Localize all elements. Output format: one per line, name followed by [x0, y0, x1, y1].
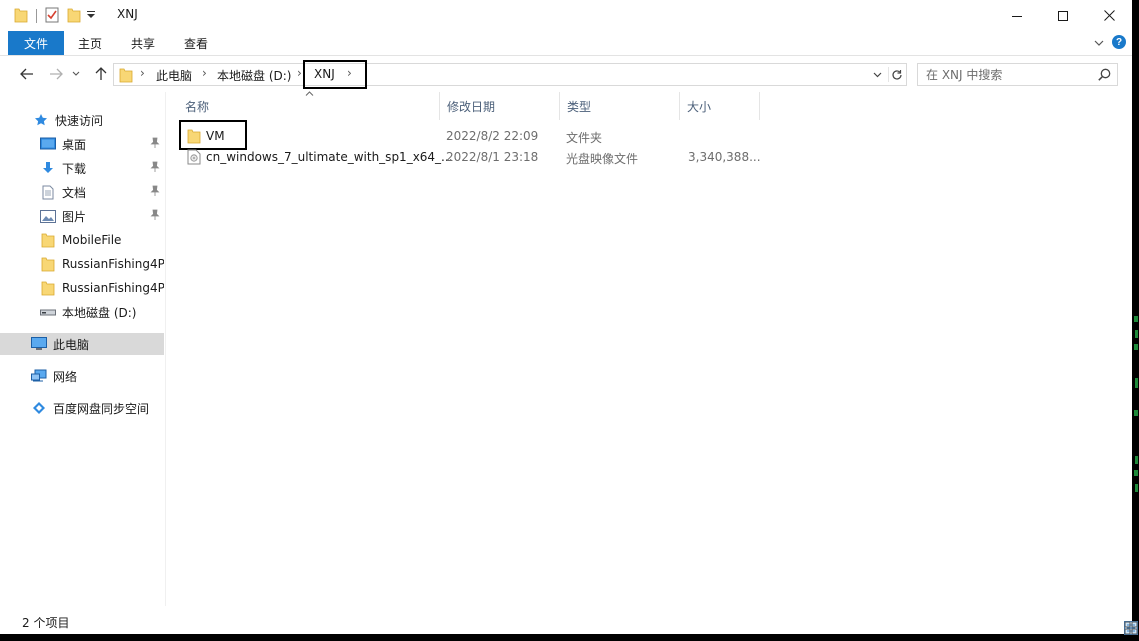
close-icon — [1103, 10, 1115, 21]
column-header-modified[interactable]: 修改日期 — [439, 92, 560, 120]
customize-dropdown-icon[interactable] — [87, 9, 95, 23]
sidebar-item-russianfishing-2[interactable]: RussianFishing4Py — [0, 277, 164, 299]
download-icon — [40, 160, 56, 176]
sidebar-item-baidu-sync[interactable]: 百度网盘同步空间 — [0, 397, 164, 419]
file-type: 文件夹 — [566, 131, 603, 145]
search-input[interactable] — [926, 67, 1096, 82]
sidebar-item-downloads[interactable]: 下载 — [0, 157, 164, 179]
forward-arrow-icon — [50, 68, 63, 80]
annotation-highlight-box — [179, 120, 247, 150]
breadcrumb-this-pc[interactable]: 此电脑 — [156, 67, 192, 84]
help-icon[interactable]: ? — [1112, 35, 1126, 49]
sidebar-item-drive-d[interactable]: 本地磁盘 (D:) — [0, 301, 164, 323]
maximize-icon — [1058, 10, 1068, 21]
window-title: XNJ — [117, 7, 138, 21]
file-row-vm[interactable]: VM 2022/8/2 22:09 文件夹 — [178, 126, 758, 147]
search-icon[interactable] — [1098, 68, 1111, 84]
file-name: cn_windows_7_ultimate_with_sp1_x64_... — [206, 150, 453, 164]
forward-button[interactable] — [46, 65, 66, 83]
navigation-pane: 快速访问 桌面 下载 文档 图片 MobileFile RussianFishi… — [0, 92, 165, 606]
tab-view[interactable]: 查看 — [184, 31, 208, 55]
back-button[interactable] — [17, 65, 37, 83]
title-bar: XNJ — [0, 0, 1132, 31]
sidebar-item-quick-access[interactable]: 快速访问 — [0, 109, 164, 131]
column-header-name[interactable]: 名称 — [177, 92, 440, 120]
sidebar-item-desktop[interactable]: 桌面 — [0, 133, 164, 155]
breadcrumb-separator[interactable]: › — [140, 66, 145, 80]
documents-icon — [40, 184, 56, 200]
sidebar-item-russianfishing-1[interactable]: RussianFishing4Py — [0, 253, 164, 275]
folder-icon — [40, 280, 56, 296]
tab-share[interactable]: 共享 — [131, 31, 155, 55]
column-header-type[interactable]: 类型 — [559, 92, 680, 120]
breadcrumb-drive-d[interactable]: 本地磁盘 (D:) — [217, 67, 291, 84]
sidebar-item-mobilefile[interactable]: MobileFile — [0, 229, 164, 251]
minimize-button[interactable] — [994, 0, 1040, 31]
navigation-bar: › 此电脑 › 本地磁盘 (D:) › XNJ › — [0, 56, 1132, 96]
status-bar: 2 个项目 — [0, 606, 1138, 635]
up-button[interactable] — [91, 65, 111, 83]
tab-file[interactable]: 文件 — [8, 31, 64, 55]
file-list: 名称 修改日期 类型 大小 VM 2022/8/2 22:09 文件夹 cn_w… — [166, 92, 1132, 606]
item-count: 2 个项目 — [22, 616, 70, 630]
star-icon — [33, 112, 49, 128]
breadcrumb-separator[interactable]: › — [297, 66, 302, 80]
sidebar-item-this-pc[interactable]: 此电脑 — [0, 333, 164, 355]
expand-ribbon-icon[interactable] — [1094, 35, 1104, 49]
disc-image-icon — [187, 149, 201, 168]
large-icons-view-icon[interactable] — [1124, 621, 1138, 638]
annotation-highlight-box — [303, 60, 367, 89]
address-history-dropdown[interactable] — [870, 67, 884, 82]
new-folder-icon[interactable] — [67, 7, 81, 26]
address-bar[interactable]: › 此电脑 › 本地磁盘 (D:) › XNJ › — [113, 60, 907, 89]
folder-icon — [40, 256, 56, 272]
pin-icon[interactable] — [150, 137, 160, 152]
breadcrumb-separator[interactable]: › — [202, 66, 207, 80]
computer-icon — [31, 336, 47, 352]
close-button[interactable] — [1086, 0, 1132, 31]
divider — [36, 9, 37, 23]
desktop-icon — [40, 136, 56, 152]
properties-icon[interactable] — [45, 7, 59, 26]
drive-icon — [40, 304, 56, 320]
pin-icon[interactable] — [150, 161, 160, 176]
network-icon — [31, 368, 47, 384]
chevron-down-icon — [72, 71, 80, 76]
search-box[interactable] — [917, 63, 1118, 86]
column-header-size[interactable]: 大小 — [679, 92, 760, 120]
background-edge — [1132, 310, 1139, 510]
maximize-button[interactable] — [1040, 0, 1086, 31]
ribbon-controls: ? — [1094, 35, 1126, 49]
explorer-window: XNJ 文件 主页 共享 查看 ? › 此电脑 › 本地磁盘 (D:) › XN… — [0, 0, 1138, 635]
folder-icon — [119, 67, 133, 86]
file-type: 光盘映像文件 — [566, 152, 639, 166]
pin-icon[interactable] — [150, 209, 160, 224]
refresh-icon — [891, 69, 902, 80]
back-arrow-icon — [20, 68, 33, 80]
file-modified: 2022/8/1 23:18 — [446, 150, 539, 164]
quick-access-toolbar — [14, 6, 95, 26]
pictures-icon — [40, 208, 56, 224]
folder-icon — [40, 232, 56, 248]
refresh-button[interactable] — [888, 67, 904, 82]
tab-home[interactable]: 主页 — [78, 31, 102, 55]
sidebar-item-network[interactable]: 网络 — [0, 365, 164, 387]
file-row-iso[interactable]: cn_windows_7_ultimate_with_sp1_x64_... 2… — [178, 147, 761, 168]
folder-icon — [14, 7, 28, 26]
chevron-down-icon — [873, 72, 881, 77]
ribbon: 文件 主页 共享 查看 ? — [0, 31, 1132, 56]
pin-icon[interactable] — [150, 185, 160, 200]
sidebar-item-documents[interactable]: 文档 — [0, 181, 164, 203]
file-modified: 2022/8/2 22:09 — [446, 129, 539, 143]
file-size: 3,340,388... — [688, 150, 761, 164]
minimize-icon — [1012, 15, 1022, 17]
recent-locations-button[interactable] — [70, 65, 82, 83]
baidu-netdisk-icon — [31, 400, 47, 416]
up-arrow-icon — [95, 67, 107, 80]
sidebar-item-pictures[interactable]: 图片 — [0, 205, 164, 227]
